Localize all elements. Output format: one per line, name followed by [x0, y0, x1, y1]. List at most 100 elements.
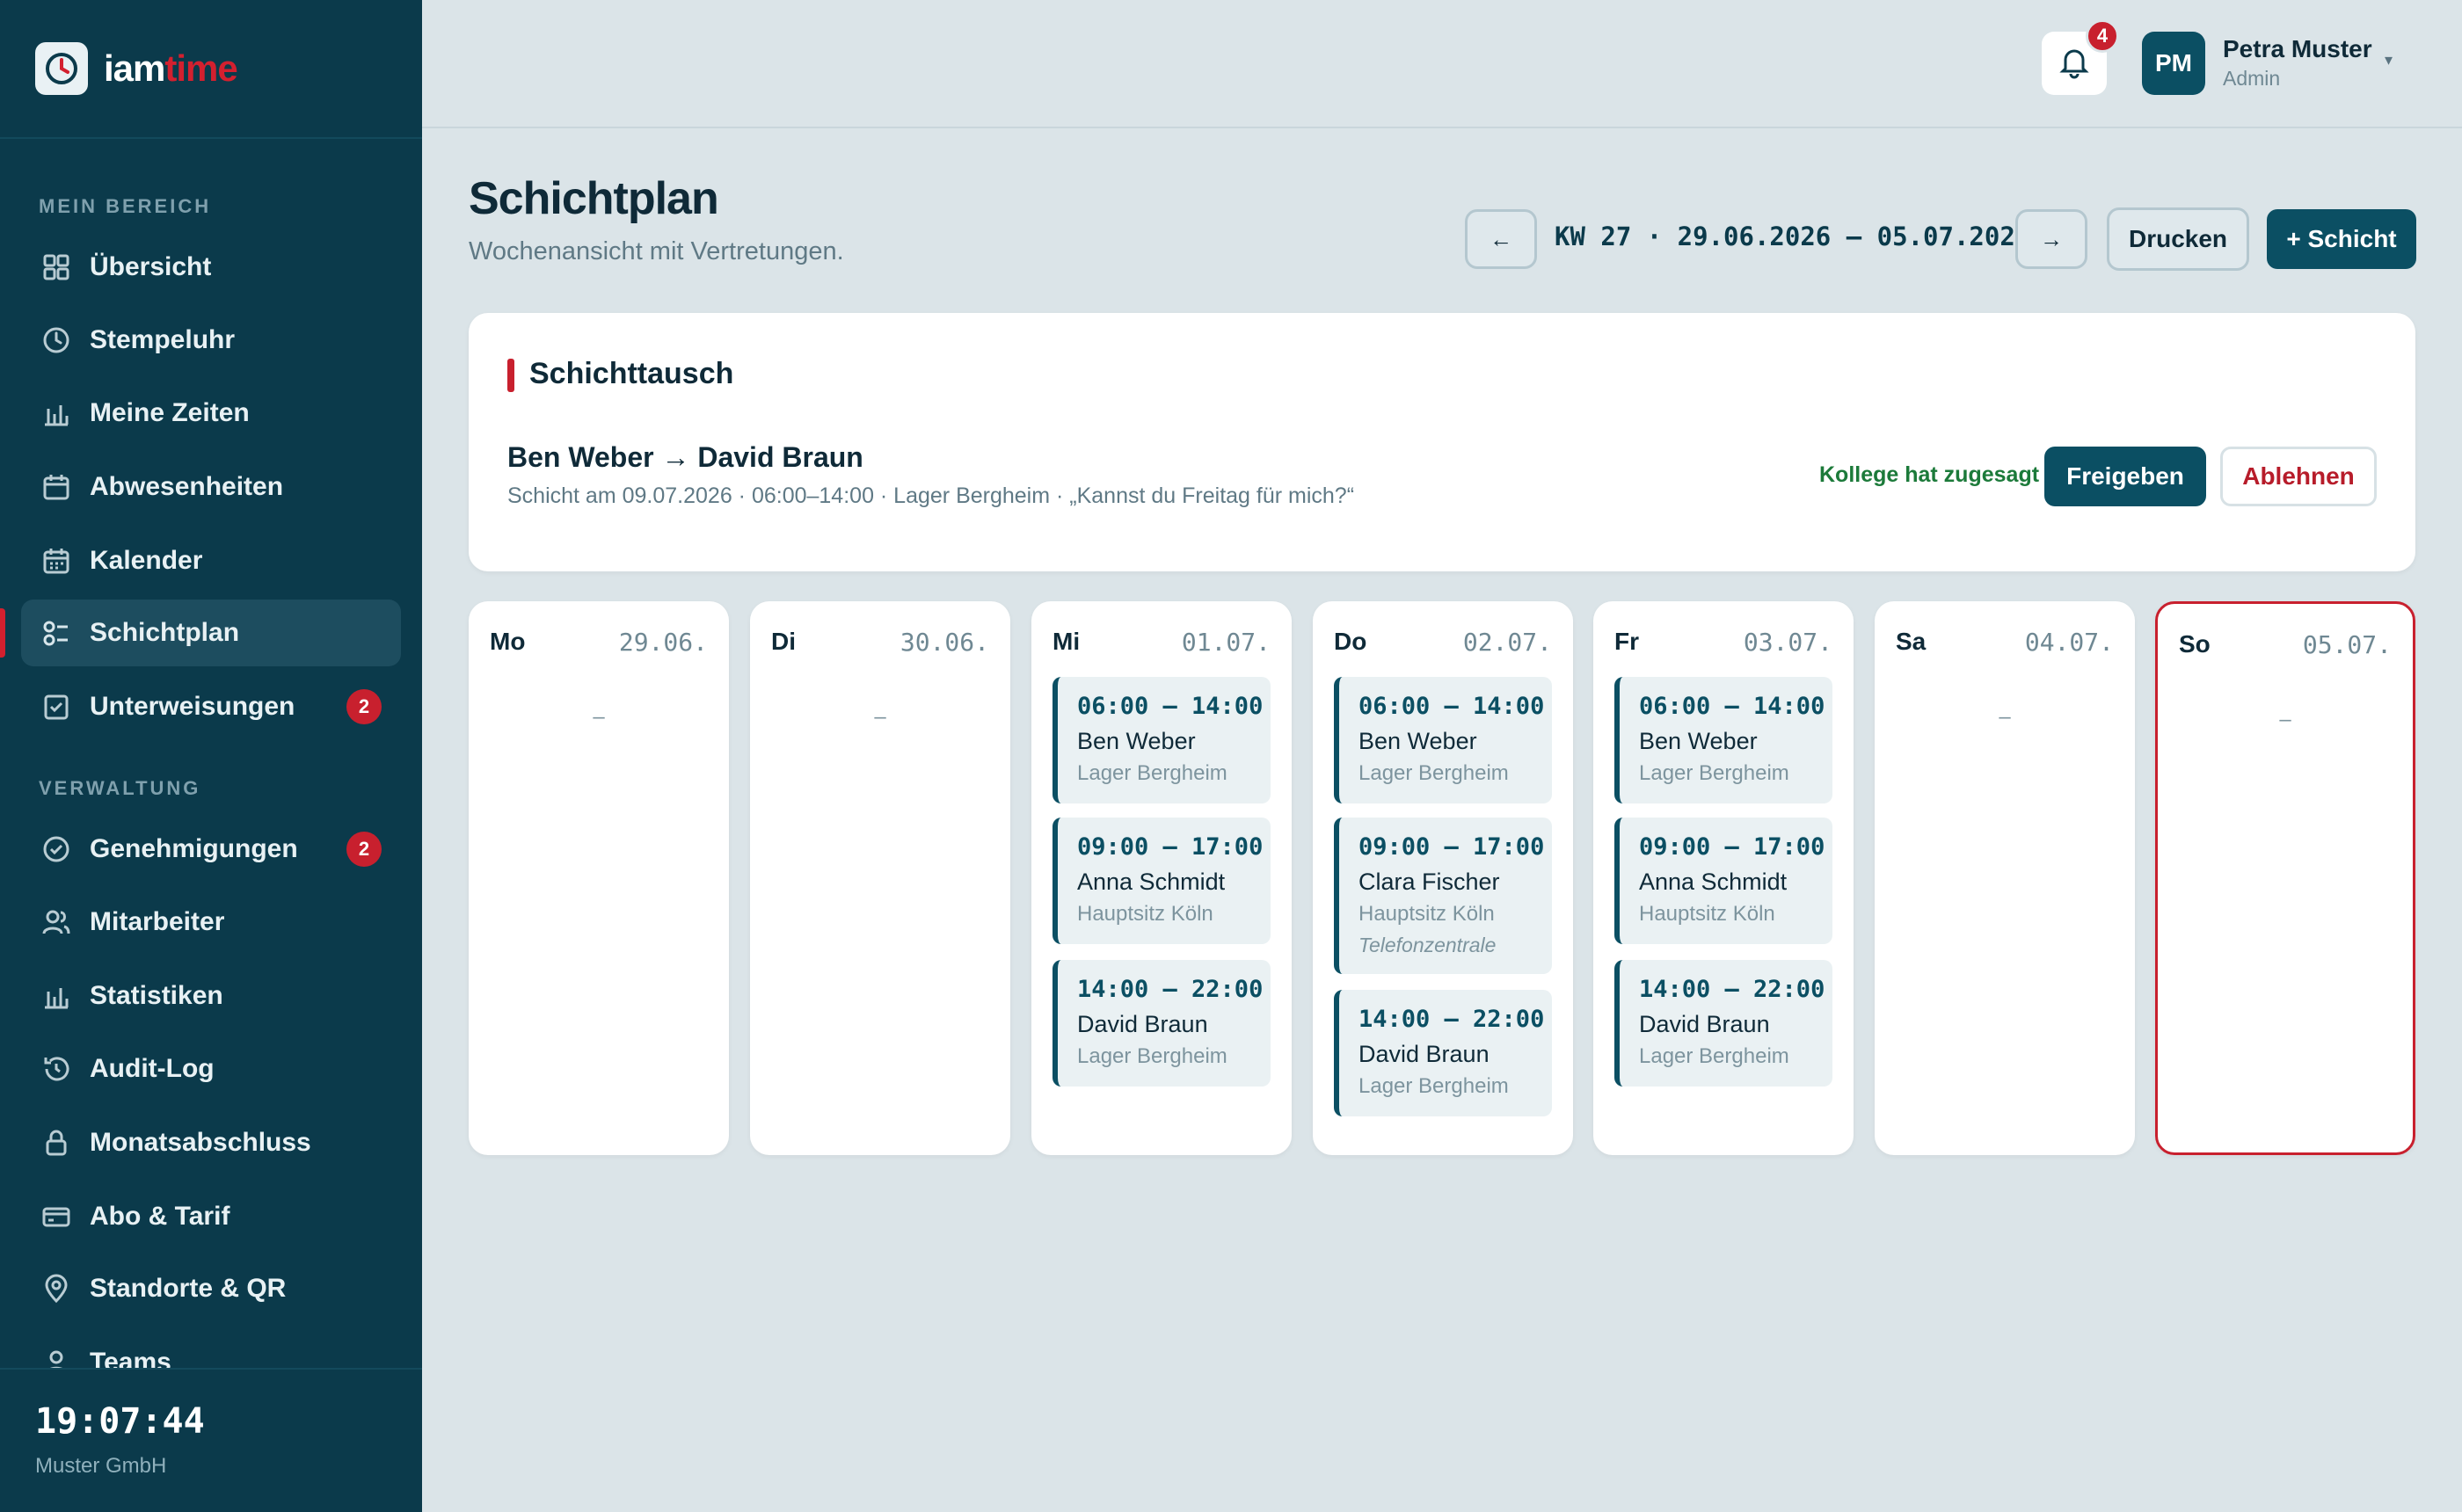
brand-name: iamtime [104, 47, 238, 89]
sidebar-item-monatsabschluss[interactable]: Monatsabschluss [21, 1109, 401, 1176]
shift-card[interactable]: 09:00 – 17:00 Anna Schmidt Hauptsitz Köl… [1614, 818, 1832, 944]
bar-chart-icon [39, 978, 74, 1014]
day-column-sa[interactable]: Sa 04.07. – [1875, 601, 2135, 1155]
add-shift-button[interactable]: + Schicht [2267, 209, 2416, 269]
sidebar: iamtime MEIN BEREICH VERWALTUNG Übersich… [0, 0, 422, 1512]
shift-time: 14:00 – 22:00 [1639, 976, 1825, 1003]
avatar[interactable]: PM [2142, 32, 2205, 95]
approve-button[interactable]: Freigeben [2044, 447, 2206, 506]
shift-icon [39, 615, 74, 651]
calendar-icon [39, 543, 74, 578]
shift-time: 06:00 – 14:00 [1077, 693, 1264, 720]
bar-chart-icon [39, 396, 74, 431]
swap-title: Schichttausch [529, 357, 734, 390]
shift-time: 06:00 – 14:00 [1358, 693, 1545, 720]
section-label-admin: VERWALTUNG [39, 777, 201, 799]
print-button[interactable]: Drucken [2107, 207, 2249, 271]
sidebar-item-mitarbeiter[interactable]: Mitarbeiter [21, 889, 401, 956]
shift-swap-card: Schichttausch Ben Weber → David Braun Sc… [469, 313, 2415, 571]
company-name: Muster GmbH [35, 1454, 167, 1478]
prev-week-button[interactable]: ← [1465, 209, 1537, 269]
sidebar-item-unterweisungen[interactable]: Unterweisungen 2 [21, 673, 401, 740]
empty-placeholder: – [593, 705, 605, 729]
shift-time: 14:00 – 22:00 [1077, 976, 1264, 1003]
calendar-icon [39, 469, 74, 505]
shift-time: 09:00 – 17:00 [1077, 833, 1264, 861]
day-date: 02.07. [1462, 628, 1552, 657]
day-date: 29.06. [618, 628, 708, 657]
swap-people: Ben Weber → David Braun [507, 441, 863, 473]
map-pin-icon [39, 1271, 74, 1306]
shift-card[interactable]: 09:00 – 17:00 Clara Fischer Hauptsitz Kö… [1334, 818, 1552, 974]
sidebar-item-genehmigungen[interactable]: Genehmigungen 2 [21, 816, 401, 883]
shift-card[interactable]: 06:00 – 14:00 Ben Weber Lager Bergheim [1334, 677, 1552, 803]
sidebar-item-standorte-qr[interactable]: Standorte & QR [21, 1255, 401, 1322]
shift-card[interactable]: 09:00 – 17:00 Anna Schmidt Hauptsitz Köl… [1053, 818, 1271, 944]
day-column-fr[interactable]: Fr 03.07. 06:00 – 14:00 Ben Weber Lager … [1593, 601, 1854, 1155]
sidebar-item-label: Standorte & QR [90, 1274, 287, 1303]
day-date: 01.07. [1181, 628, 1271, 657]
shift-card[interactable]: 14:00 – 22:00 David Braun Lager Bergheim [1614, 960, 1832, 1087]
brand[interactable]: iamtime [0, 0, 422, 139]
shift-employee: Anna Schmidt [1639, 869, 1788, 895]
next-week-button[interactable]: → [2015, 209, 2087, 269]
sidebar-footer: 19:07:44 Muster GmbH [0, 1368, 422, 1512]
shift-card[interactable]: 06:00 – 14:00 Ben Weber Lager Bergheim [1053, 677, 1271, 803]
user-name[interactable]: Petra Muster [2223, 35, 2372, 63]
shift-card[interactable]: 14:00 – 22:00 David Braun Lager Bergheim [1334, 990, 1552, 1116]
shift-location: Lager Bergheim [1639, 1044, 1789, 1068]
grid-icon [39, 250, 74, 285]
arrow-left-icon: ← [1490, 225, 1512, 252]
shift-employee: Clara Fischer [1358, 869, 1500, 895]
accent-bar [507, 359, 514, 392]
sidebar-item-label: Statistiken [90, 981, 223, 1010]
day-date: 03.07. [1743, 628, 1832, 657]
sidebar-item-abo-tarif[interactable]: Abo & Tarif [21, 1183, 401, 1250]
notifications-button[interactable]: 4 [2042, 19, 2119, 95]
sidebar-item-audit-log[interactable]: Audit-Log [21, 1036, 401, 1102]
page-subtitle: Wochenansicht mit Vertretungen. [469, 237, 844, 265]
users-icon [39, 905, 74, 940]
shift-location: Lager Bergheim [1077, 761, 1227, 785]
day-name: Mo [490, 628, 526, 655]
shift-location: Lager Bergheim [1639, 761, 1789, 785]
day-name: Sa [1896, 628, 1927, 655]
shift-card[interactable]: 06:00 – 14:00 Ben Weber Lager Bergheim [1614, 677, 1832, 803]
chevron-down-icon[interactable]: ▾ [2385, 51, 2393, 69]
shift-time: 09:00 – 17:00 [1358, 833, 1545, 861]
sidebar-item-abwesenheiten[interactable]: Abwesenheiten [21, 454, 401, 520]
sidebar-item-label: Stempeluhr [90, 325, 236, 354]
day-name: Di [771, 628, 796, 655]
shift-time: 09:00 – 17:00 [1639, 833, 1825, 861]
credit-card-icon [39, 1199, 74, 1234]
day-column-do[interactable]: Do 02.07. 06:00 – 14:00 Ben Weber Lager … [1313, 601, 1573, 1155]
day-column-mo[interactable]: Mo 29.06. – [469, 601, 729, 1155]
day-column-mi[interactable]: Mi 01.07. 06:00 – 14:00 Ben Weber Lager … [1031, 601, 1292, 1155]
day-date: 04.07. [2024, 628, 2114, 657]
shift-employee: Ben Weber [1358, 728, 1477, 754]
sidebar-item-label: Abo & Tarif [90, 1202, 230, 1231]
shift-location: Hauptsitz Köln [1358, 902, 1495, 926]
week-range-label: KW 27 · 29.06.2026 – 05.07.2026 [1555, 222, 2031, 251]
sidebar-item-stempeluhr[interactable]: Stempeluhr [21, 307, 401, 374]
empty-placeholder: – [874, 705, 886, 729]
shift-card[interactable]: 14:00 – 22:00 David Braun Lager Bergheim [1053, 960, 1271, 1087]
sidebar-item-label: Abwesenheiten [90, 472, 284, 501]
day-date: 30.06. [900, 628, 989, 657]
day-name: Do [1334, 628, 1367, 655]
shift-location: Lager Bergheim [1358, 1074, 1509, 1098]
day-column-so[interactable]: So 05.07. – [2155, 601, 2415, 1155]
shift-employee: David Braun [1639, 1011, 1770, 1037]
day-column-di[interactable]: Di 30.06. – [750, 601, 1010, 1155]
notification-count-badge: 4 [2086, 19, 2119, 53]
sidebar-item-kalender[interactable]: Kalender [21, 527, 401, 594]
sidebar-item-statistiken[interactable]: Statistiken [21, 963, 401, 1029]
sidebar-item-label: Schichtplan [90, 618, 240, 647]
reject-button[interactable]: Ablehnen [2220, 447, 2377, 506]
sidebar-item-uebersicht[interactable]: Übersicht [21, 234, 401, 301]
active-indicator [0, 608, 5, 658]
sidebar-item-meine-zeiten[interactable]: Meine Zeiten [21, 380, 401, 447]
count-badge: 2 [346, 689, 382, 724]
history-icon [39, 1051, 74, 1087]
sidebar-item-schichtplan[interactable]: Schichtplan [21, 600, 401, 666]
